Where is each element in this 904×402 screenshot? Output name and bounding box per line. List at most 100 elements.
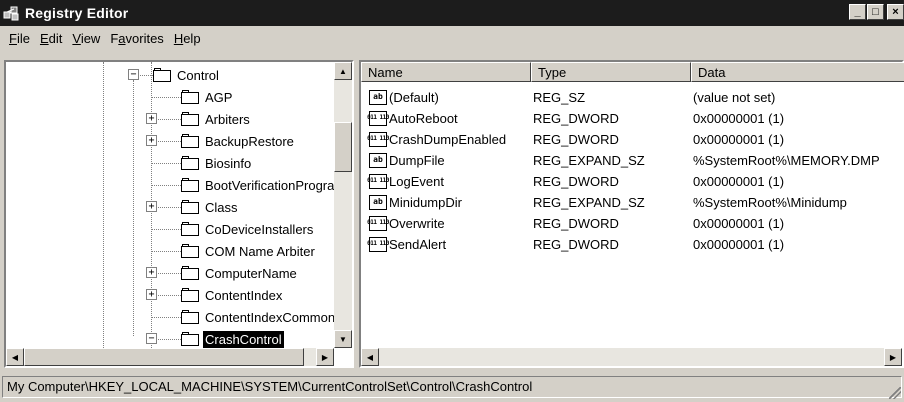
menu-bar: File Edit View Favorites Help	[0, 26, 904, 50]
scroll-down-button[interactable]: ▼	[334, 330, 352, 348]
folder-icon	[153, 68, 171, 82]
collapse-icon[interactable]: −	[146, 333, 157, 344]
value-name-cell: ab MinidumpDir	[361, 194, 531, 210]
status-bar: My Computer\HKEY_LOCAL_MACHINE\SYSTEM\Cu…	[0, 373, 904, 402]
folder-icon	[181, 310, 199, 324]
resize-grip-icon[interactable]	[889, 387, 901, 399]
menu-help[interactable]: Help	[169, 31, 206, 46]
list-horizontal-scrollbar[interactable]: ◀ ▶	[361, 348, 902, 366]
tree-item-label: BackupRestore	[205, 133, 294, 149]
value-type: REG_DWORD	[533, 110, 619, 126]
tree-item-label: CoDeviceInstallers	[205, 221, 314, 237]
tree-item-label: Arbiters	[205, 111, 250, 127]
string-value-icon: ab	[369, 89, 387, 105]
tree-scroll-thumb[interactable]	[334, 122, 352, 172]
expand-icon[interactable]: +	[146, 267, 157, 278]
tree-guide-line	[151, 251, 181, 252]
tree-item[interactable]: Class	[181, 196, 240, 218]
scroll-up-button[interactable]: ▲	[334, 62, 352, 80]
tree-item[interactable]: CoDeviceInstallers	[181, 218, 315, 240]
value-data: 0x00000001 (1)	[693, 110, 785, 126]
tree-item[interactable]: ContentIndex	[181, 284, 284, 306]
collapse-icon[interactable]: −	[128, 69, 139, 80]
value-row[interactable]: ab MinidumpDir REG_EXPAND_SZ %SystemRoot%\M…	[361, 191, 847, 213]
minimize-button[interactable]: _	[849, 4, 866, 20]
value-type: REG_DWORD	[533, 131, 619, 147]
scroll-left-button[interactable]: ◀	[6, 348, 24, 366]
tree-item[interactable]: BackupRestore	[181, 130, 296, 152]
tree-guide-line	[133, 80, 134, 336]
value-row[interactable]: 011 110 AutoReboot REG_DWORD 0x00000001 (1)	[361, 107, 784, 129]
expand-icon[interactable]: +	[146, 135, 157, 146]
value-name: (Default)	[389, 89, 439, 105]
value-data: 0x00000001 (1)	[693, 173, 785, 189]
value-name-cell: 011 110 LogEvent	[361, 173, 531, 189]
tree-item[interactable]: ComputerName	[181, 262, 299, 284]
value-data: 0x00000001 (1)	[693, 236, 785, 252]
tree-item-label: COM Name Arbiter	[205, 243, 315, 259]
folder-icon	[181, 156, 199, 170]
tree-guide-line	[151, 185, 181, 186]
folder-icon	[181, 90, 199, 104]
scroll-right-button[interactable]: ▶	[884, 348, 902, 366]
expand-icon[interactable]: +	[146, 289, 157, 300]
status-path: My Computer\HKEY_LOCAL_MACHINE\SYSTEM\Cu…	[2, 376, 902, 398]
menu-favorites[interactable]: Favorites	[105, 31, 168, 46]
tree-item[interactable]: BootVerificationProgram	[181, 174, 334, 196]
tree-horizontal-scrollbar[interactable]: ◀ ▶	[6, 348, 334, 366]
key-tree-pane[interactable]: − Control AGP + Arbiters + BackupRestore Biosin…	[4, 60, 354, 368]
value-name: SendAlert	[389, 236, 447, 252]
menu-edit[interactable]: Edit	[35, 31, 67, 46]
tree-item[interactable]: Arbiters	[181, 108, 252, 130]
value-name-cell: 011 110 Overwrite	[361, 215, 531, 231]
value-name: AutoReboot	[389, 110, 458, 126]
window-title: Registry Editor	[25, 5, 129, 21]
folder-icon	[181, 266, 199, 280]
registry-editor-app-icon[interactable]	[3, 4, 21, 22]
expand-icon[interactable]: +	[146, 113, 157, 124]
value-name-cell: ab (Default)	[361, 89, 531, 105]
binary-value-icon: 011 110	[367, 110, 389, 126]
column-header-data[interactable]: Data	[691, 62, 904, 82]
value-row[interactable]: 011 110 SendAlert REG_DWORD 0x00000001 (1)	[361, 233, 784, 255]
tree-item-label: BootVerificationProgram	[205, 177, 334, 193]
tree-item[interactable]: Control	[153, 64, 221, 86]
value-row[interactable]: 011 110 Overwrite REG_DWORD 0x00000001 (1)	[361, 212, 784, 234]
scroll-right-icon: ▶	[889, 352, 897, 362]
value-row[interactable]: ab DumpFile REG_EXPAND_SZ %SystemRoot%\MEMO…	[361, 149, 880, 171]
tree-vertical-scrollbar[interactable]: ▲ ▼	[334, 62, 352, 348]
list-header: Name Type Data	[361, 62, 904, 82]
scroll-right-icon: ▶	[321, 352, 329, 362]
value-row[interactable]: 011 110 CrashDumpEnabled REG_DWORD 0x000000…	[361, 128, 784, 150]
value-data: %SystemRoot%\Minidump	[693, 194, 847, 210]
scroll-right-button[interactable]: ▶	[316, 348, 334, 366]
tree-hscroll-thumb[interactable]	[24, 348, 304, 366]
column-header-type[interactable]: Type	[531, 62, 691, 82]
scroll-left-button[interactable]: ◀	[361, 348, 379, 366]
tree-item[interactable]: ContentIndexCommon	[181, 306, 334, 328]
folder-icon	[181, 332, 199, 346]
column-header-name[interactable]: Name	[361, 62, 531, 82]
tree-item-label: ContentIndex	[205, 287, 283, 303]
value-data: 0x00000001 (1)	[693, 215, 785, 231]
tree-item[interactable]: COM Name Arbiter	[181, 240, 317, 262]
menu-view[interactable]: View	[67, 31, 105, 46]
folder-icon	[181, 288, 199, 302]
value-row[interactable]: 011 110 LogEvent REG_DWORD 0x00000001 (1)	[361, 170, 784, 192]
tree-item[interactable]: CrashControl	[181, 328, 284, 348]
value-type: REG_EXPAND_SZ	[533, 152, 645, 168]
expand-icon[interactable]: +	[146, 201, 157, 212]
folder-icon	[181, 200, 199, 214]
tree-item-label: Biosinfo	[205, 155, 252, 171]
menu-file[interactable]: File	[4, 31, 35, 46]
tree-item-label: ComputerName	[205, 265, 297, 281]
tree-item[interactable]: AGP	[181, 86, 234, 108]
values-list-pane[interactable]: Name Type Data ab (Default) REG_SZ (value n…	[359, 60, 904, 368]
tree-guide-line	[151, 229, 181, 230]
maximize-button[interactable]: □	[867, 4, 884, 20]
tree-item[interactable]: Biosinfo	[181, 152, 253, 174]
string-value-icon: ab	[369, 152, 387, 168]
value-row[interactable]: ab (Default) REG_SZ (value not set)	[361, 86, 775, 108]
minimize-icon: _	[854, 6, 861, 18]
close-button[interactable]: ×	[887, 4, 904, 20]
